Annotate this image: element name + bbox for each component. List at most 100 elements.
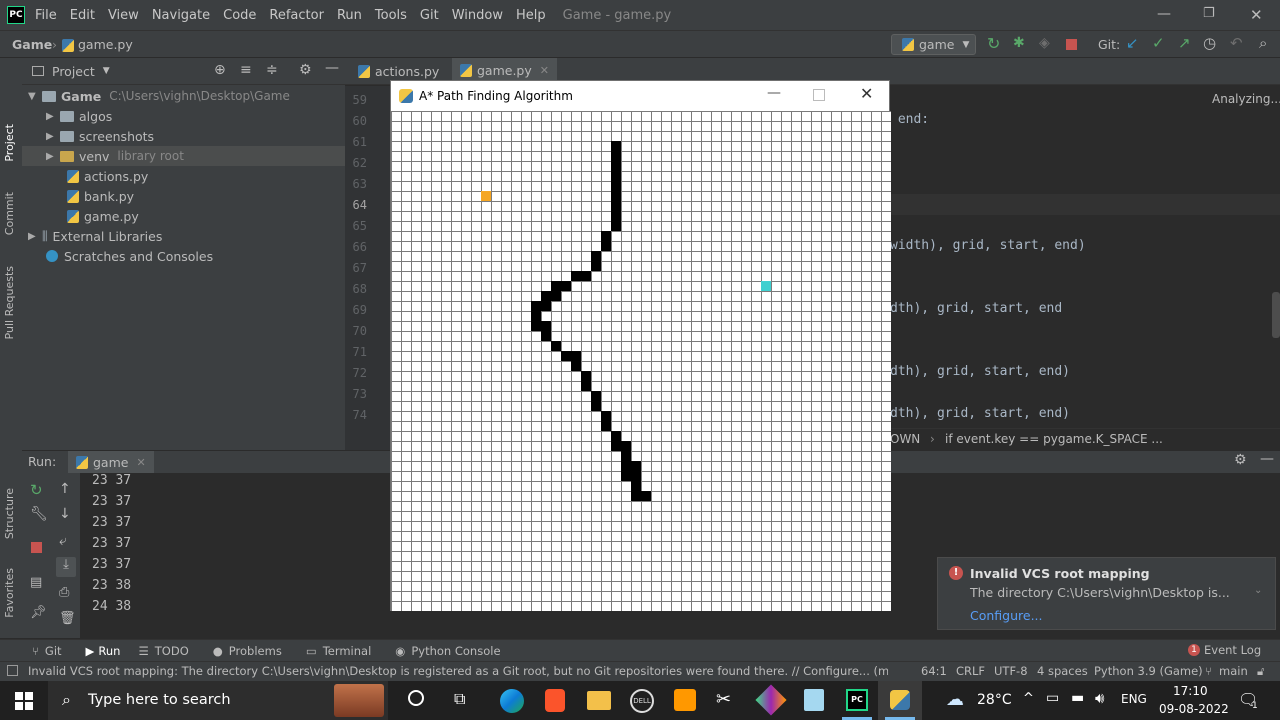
barrier-cell[interactable] xyxy=(571,351,581,361)
arrow-up-icon[interactable]: ↑ xyxy=(59,481,71,497)
project-panel-title[interactable]: Project xyxy=(52,64,95,79)
stop-icon[interactable] xyxy=(31,542,42,553)
edge-browser-icon[interactable] xyxy=(500,689,524,713)
barrier-cell[interactable] xyxy=(541,301,551,311)
minimize-icon[interactable]: — xyxy=(1157,6,1171,22)
stop-icon[interactable] xyxy=(1066,39,1077,50)
menu-window[interactable]: Window xyxy=(452,8,503,23)
caret-position[interactable]: 64:1 xyxy=(921,664,947,678)
pathfinding-grid[interactable] xyxy=(391,111,891,611)
close-icon[interactable]: ✕ xyxy=(860,84,873,103)
tool-tab-todo[interactable]: TODO xyxy=(155,644,189,658)
soft-wrap-icon[interactable]: ⤶ xyxy=(59,533,67,549)
barrier-cell[interactable] xyxy=(541,331,551,341)
barrier-cell[interactable] xyxy=(641,491,651,501)
side-tab-pull-requests[interactable]: Pull Requests xyxy=(3,266,16,339)
tree-item-scratches[interactable]: Scratches and Consoles xyxy=(22,246,345,266)
barrier-cell[interactable] xyxy=(551,281,561,291)
arrow-down-icon[interactable]: ↓ xyxy=(59,506,71,522)
barrier-cell[interactable] xyxy=(611,161,621,171)
wrench-icon[interactable]: 🔧︎ xyxy=(30,506,48,522)
python-interpreter[interactable]: Python 3.9 (Game) xyxy=(1094,664,1203,678)
tool-tab-event-log[interactable]: Event Log xyxy=(1204,643,1261,657)
barrier-cell[interactable] xyxy=(571,271,581,281)
barrier-cell[interactable] xyxy=(611,171,621,181)
vcs-notification[interactable]: ! Invalid VCS root mapping The directory… xyxy=(937,557,1276,630)
sublime-text-icon[interactable] xyxy=(674,689,696,711)
barrier-cell[interactable] xyxy=(631,471,641,481)
menu-git[interactable]: Git xyxy=(420,8,439,23)
barrier-cell[interactable] xyxy=(551,341,561,351)
rerun-icon[interactable]: ↻ xyxy=(30,481,43,499)
tree-item-venv[interactable]: ▶ venv library root xyxy=(22,146,345,166)
debug-icon[interactable]: ✱ xyxy=(1013,35,1025,51)
dell-icon[interactable]: DELL xyxy=(630,689,654,713)
menu-edit[interactable]: Edit xyxy=(70,8,95,23)
barrier-cell[interactable] xyxy=(611,191,621,201)
git-commit-icon[interactable]: ✓ xyxy=(1152,34,1165,52)
chevron-down-icon[interactable]: ▼ xyxy=(103,66,110,76)
barrier-cell[interactable] xyxy=(591,251,601,261)
barrier-cell[interactable] xyxy=(581,271,591,281)
menu-tools[interactable]: Tools xyxy=(375,8,407,23)
barrier-cell[interactable] xyxy=(591,401,601,411)
file-explorer-icon[interactable] xyxy=(587,691,611,710)
restore-icon[interactable]: ❐ xyxy=(1203,6,1215,21)
coverage-icon[interactable]: ◈ xyxy=(1039,35,1050,51)
barrier-cell[interactable] xyxy=(601,241,611,251)
tree-item-root[interactable]: ▼ Game C:\Users\vighn\Desktop\Game xyxy=(22,86,345,106)
barrier-cell[interactable] xyxy=(631,491,641,501)
indent-setting[interactable]: 4 spaces xyxy=(1037,664,1088,678)
tree-item-actions-py[interactable]: actions.py xyxy=(22,166,345,186)
rerun-icon[interactable]: ↻ xyxy=(987,34,1000,53)
tool-tab-python-console[interactable]: Python Console xyxy=(411,644,500,658)
tree-item-algos[interactable]: ▶ algos xyxy=(22,106,345,126)
brave-browser-icon[interactable] xyxy=(545,689,565,712)
layout-icon[interactable]: ▤ xyxy=(30,575,42,590)
barrier-cell[interactable] xyxy=(611,441,621,451)
barrier-cell[interactable] xyxy=(621,461,631,471)
close-icon[interactable]: ✕ xyxy=(1250,6,1263,24)
input-language[interactable]: ENG xyxy=(1121,692,1147,706)
battery-icon[interactable]: ▬ xyxy=(1071,690,1084,706)
tree-item-game-py[interactable]: game.py xyxy=(22,206,345,226)
barrier-cell[interactable] xyxy=(611,431,621,441)
barrier-cell[interactable] xyxy=(591,261,601,271)
git-history-icon[interactable]: ◷ xyxy=(1203,34,1216,52)
barrier-cell[interactable] xyxy=(611,201,621,211)
lock-icon[interactable]: 🔓︎ xyxy=(1257,664,1264,679)
gear-icon[interactable]: ⚙ xyxy=(299,62,312,78)
barrier-cell[interactable] xyxy=(601,421,611,431)
barrier-cell[interactable] xyxy=(561,281,571,291)
git-branch[interactable]: main xyxy=(1219,664,1248,678)
notepad-icon[interactable] xyxy=(804,689,824,711)
close-tab-icon[interactable]: ✕ xyxy=(136,456,145,469)
close-tab-icon[interactable]: ✕ xyxy=(540,64,549,77)
side-tab-commit[interactable]: Commit xyxy=(3,192,16,235)
run-config-select[interactable]: game ▼ xyxy=(891,34,976,55)
task-view-icon[interactable]: ⧉ xyxy=(454,689,465,709)
menu-refactor[interactable]: Refactor xyxy=(269,8,324,23)
barrier-cell[interactable] xyxy=(621,441,631,451)
barrier-cell[interactable] xyxy=(611,181,621,191)
chevron-down-icon[interactable]: ⌄ xyxy=(1254,585,1262,596)
barrier-cell[interactable] xyxy=(561,351,571,361)
side-tab-project[interactable]: Project xyxy=(3,124,16,162)
hide-panel-icon[interactable]: — xyxy=(325,60,339,76)
barrier-cell[interactable] xyxy=(611,151,621,161)
chevron-up-icon[interactable]: ^ xyxy=(1023,691,1034,706)
search-icon[interactable]: ⌕ xyxy=(1259,34,1267,52)
tool-tab-problems[interactable]: Problems xyxy=(229,644,282,658)
barrier-cell[interactable] xyxy=(571,361,581,371)
editor-scrollbar[interactable] xyxy=(1272,292,1280,338)
gear-icon[interactable]: ⚙ xyxy=(1234,452,1247,468)
start-node-cell[interactable] xyxy=(481,191,491,201)
locate-icon[interactable]: ⊕ xyxy=(214,62,226,78)
side-tab-structure[interactable]: Structure xyxy=(3,488,16,539)
breadcrumb-part[interactable]: if event.key == pygame.K_SPACE ... xyxy=(945,432,1163,446)
clock-time[interactable]: 17:10 xyxy=(1173,684,1208,698)
barrier-cell[interactable] xyxy=(601,411,611,421)
git-push-icon[interactable]: ↗ xyxy=(1178,34,1191,52)
pygame-taskbar-button[interactable] xyxy=(878,681,922,720)
barrier-cell[interactable] xyxy=(631,481,641,491)
